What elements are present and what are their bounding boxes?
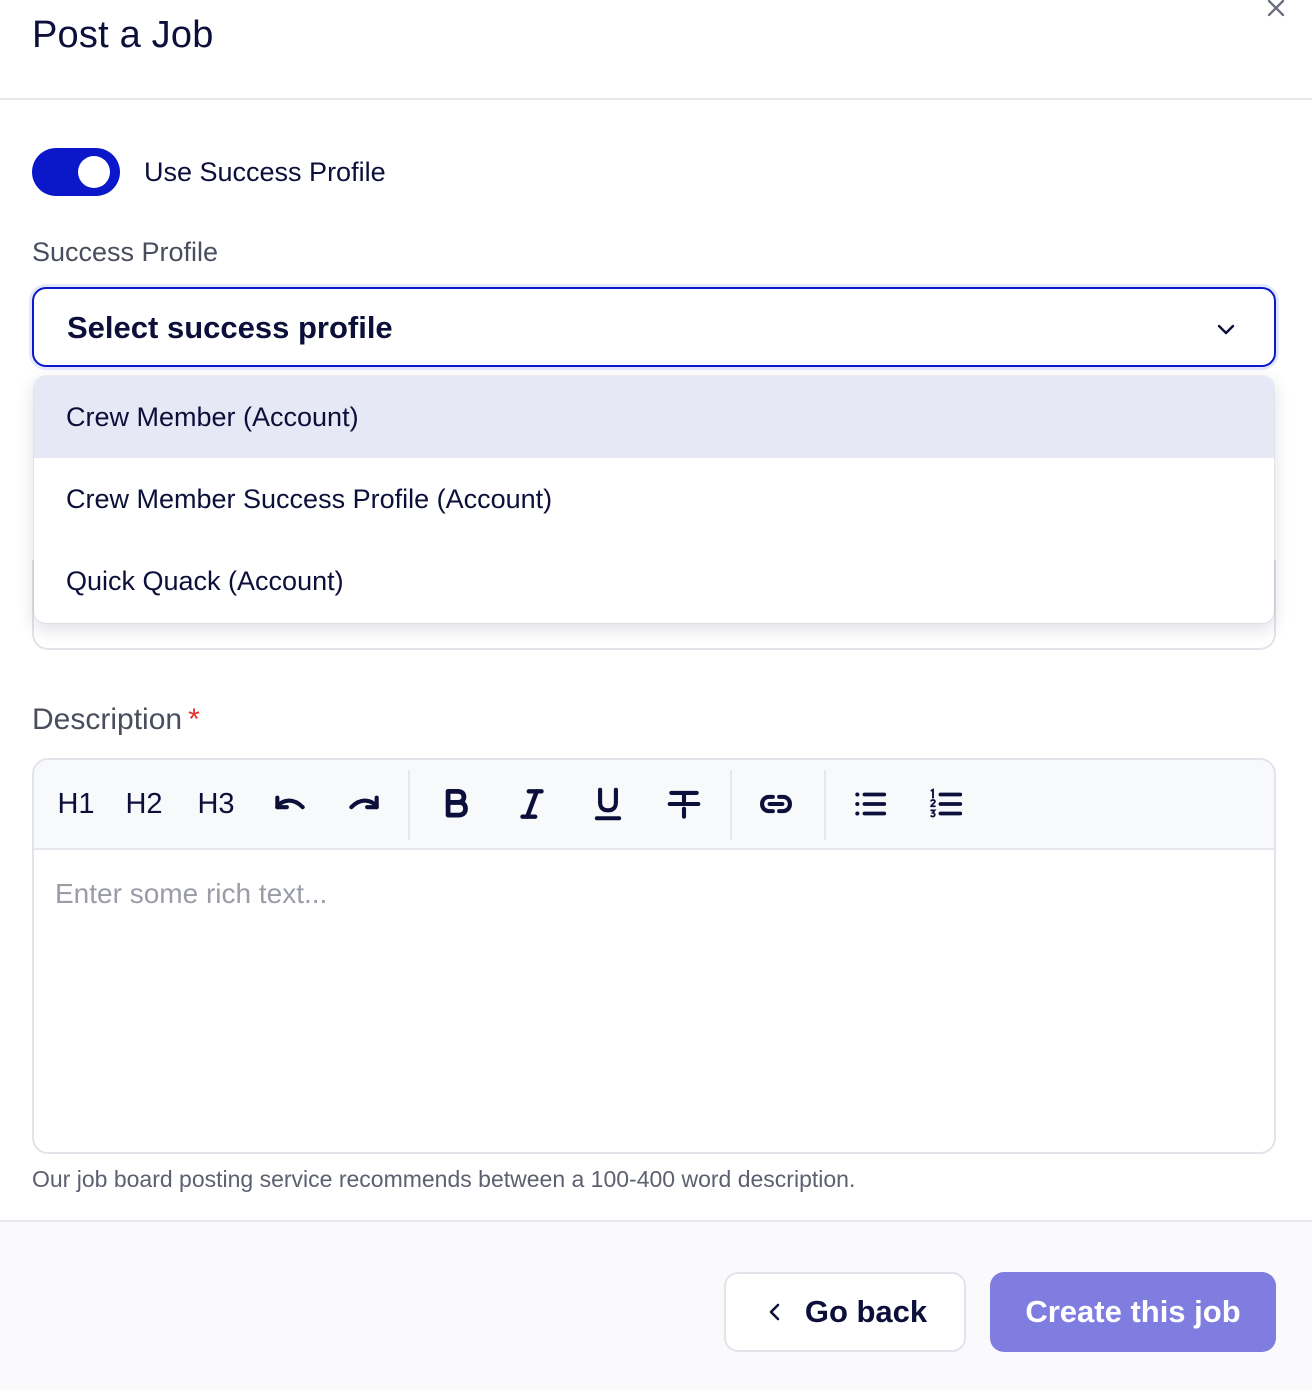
chevron-left-icon [769, 1303, 780, 1321]
heading2-button[interactable]: H2 [122, 782, 166, 826]
create-job-label: Create this job [1025, 1294, 1241, 1329]
post-job-modal: Post a Job Use Success Profile Success P… [0, 0, 1312, 1390]
bold-icon[interactable] [436, 782, 476, 826]
description-textarea[interactable]: Enter some rich text... [34, 852, 1274, 1152]
redo-icon[interactable] [344, 782, 384, 826]
use-success-profile-row: Use Success Profile [32, 148, 386, 196]
toggle-label: Use Success Profile [144, 156, 386, 187]
strikethrough-icon[interactable] [664, 782, 704, 826]
editor-placeholder: Enter some rich text... [55, 878, 328, 909]
use-success-profile-toggle[interactable] [32, 148, 120, 196]
heading1-button[interactable]: H1 [56, 782, 96, 826]
description-hint: Our job board posting service recommends… [32, 1166, 856, 1192]
italic-icon[interactable] [512, 782, 552, 826]
go-back-label: Go back [804, 1294, 928, 1329]
rich-text-editor: H1 H2 H3 Enter some rich text... [32, 758, 1276, 1154]
dropdown-option[interactable]: Crew Member Success Profile (Account) [34, 458, 1274, 540]
undo-icon[interactable] [270, 782, 310, 826]
chevron-down-icon [1217, 324, 1235, 335]
numbered-list-icon[interactable] [926, 782, 966, 826]
heading3-button[interactable]: H3 [194, 782, 238, 826]
toolbar-separator [824, 770, 826, 840]
required-marker: * [188, 703, 200, 736]
bulleted-list-icon[interactable] [850, 782, 890, 826]
description-label-text: Description [32, 703, 183, 736]
toolbar-separator [408, 770, 410, 840]
toolbar-separator [730, 770, 732, 840]
modal-header: Post a Job [0, 0, 1312, 100]
editor-toolbar: H1 H2 H3 [34, 760, 1274, 850]
dropdown-option[interactable]: Quick Quack (Account) [34, 540, 1274, 622]
create-job-button[interactable]: Create this job [990, 1272, 1276, 1352]
success-profile-label: Success Profile [32, 237, 219, 267]
close-icon[interactable] [1262, 0, 1290, 22]
dropdown-option[interactable]: Crew Member (Account) [34, 376, 1274, 458]
success-profile-dropdown: Crew Member (Account) Crew Member Succes… [34, 376, 1274, 623]
select-value: Select success profile [67, 310, 393, 345]
underline-icon[interactable] [588, 782, 628, 826]
success-profile-select[interactable]: Select success profile [32, 287, 1276, 367]
go-back-button[interactable]: Go back [724, 1272, 966, 1352]
description-label: Description * [32, 703, 200, 737]
modal-footer: Go back Create this job [0, 1220, 1312, 1390]
link-icon[interactable] [756, 782, 796, 826]
toggle-knob [78, 156, 110, 188]
modal-title: Post a Job [32, 14, 214, 56]
